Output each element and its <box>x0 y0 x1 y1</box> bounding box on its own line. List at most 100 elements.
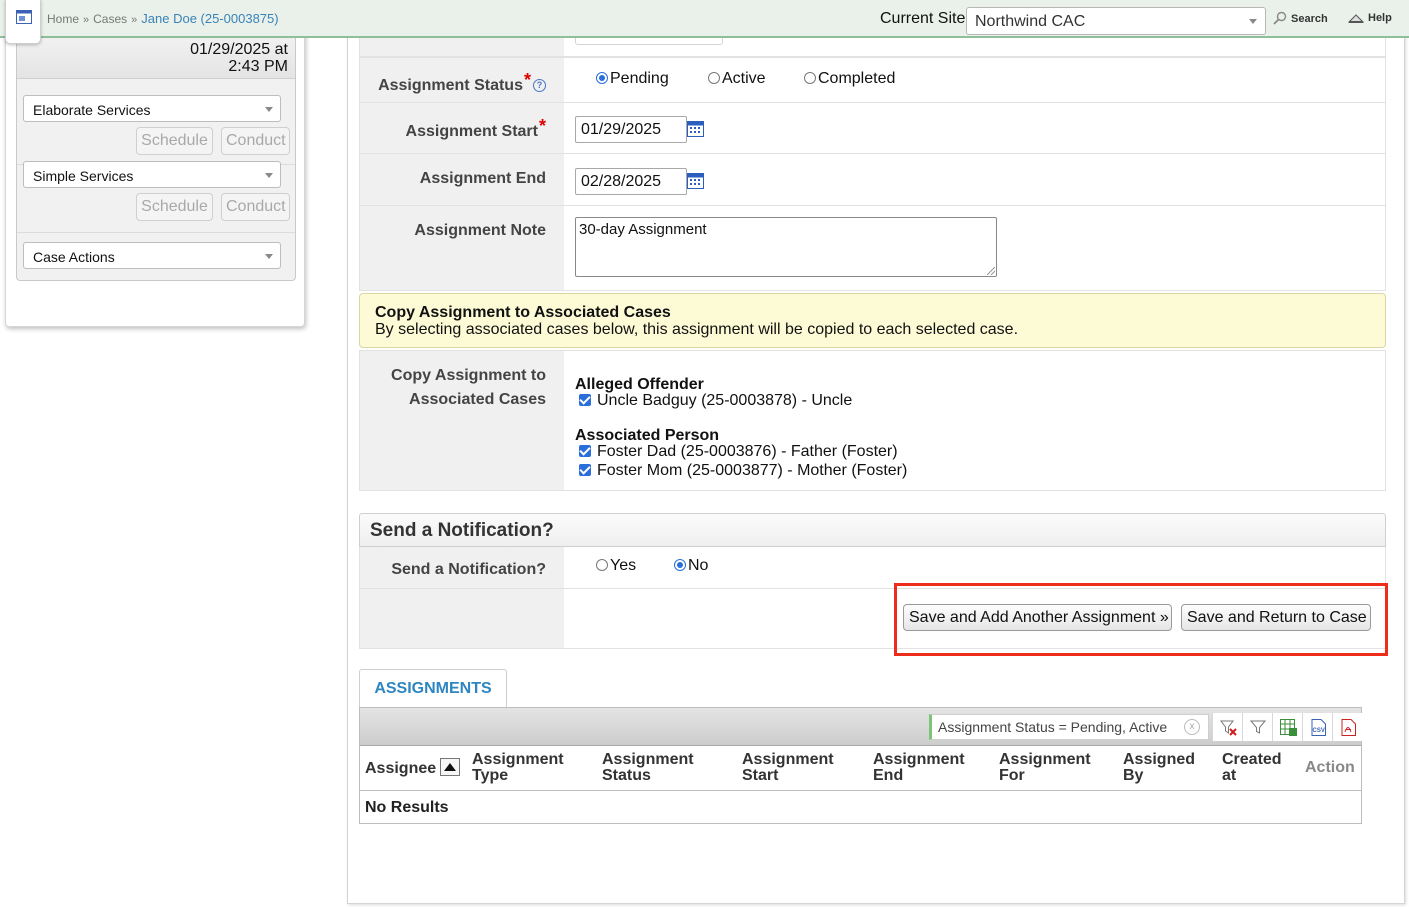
elaborate-conduct-button[interactable]: Conduct <box>221 127 290 155</box>
associated-case-checkbox[interactable]: Uncle Badguy (25-0003878) - Uncle <box>579 392 852 410</box>
sort-ascending-icon[interactable] <box>440 758 461 776</box>
assignment-note-value: 30-day Assignment <box>579 221 707 238</box>
copy-associated-label-line1: Copy Assignment to <box>391 367 546 384</box>
radio-empty-icon <box>596 559 608 571</box>
filter-button[interactable] <box>1242 713 1272 741</box>
column-header-label: Type <box>472 767 509 784</box>
copy-notice-title: Copy Assignment to Associated Cases <box>375 304 671 321</box>
clear-filter-button[interactable] <box>1212 713 1242 741</box>
column-header-label: Assignment <box>999 751 1091 768</box>
simple-services-select[interactable]: Simple Services <box>23 161 281 188</box>
radio-selected-icon <box>674 559 686 571</box>
assignment-form-panel: Assignment Status*? Pending Active Compl… <box>347 19 1405 904</box>
tab-assignments[interactable]: ASSIGNMENTS <box>359 669 507 707</box>
help-link[interactable]: Help <box>1347 11 1392 24</box>
notification-section-title: Send a Notification? <box>359 513 1386 547</box>
status-pending-radio[interactable]: Pending <box>596 70 669 88</box>
breadcrumb-current-case[interactable]: Jane Doe (25-0003875) <box>141 11 278 26</box>
help-icon[interactable]: ? <box>533 79 546 92</box>
status-active-label: Active <box>722 70 766 87</box>
column-header-label: Assignment <box>472 751 564 768</box>
status-active-radio[interactable]: Active <box>708 70 766 88</box>
checkbox-checked-icon <box>579 464 591 476</box>
simple-conduct-button[interactable]: Conduct <box>221 193 290 221</box>
simple-schedule-button[interactable]: Schedule <box>136 193 213 221</box>
case-actions-select[interactable]: Case Actions <box>23 242 281 269</box>
grid-empty-message: No Results <box>365 799 449 816</box>
help-book-icon <box>1347 14 1365 23</box>
save-add-another-button[interactable]: Save and Add Another Assignment » <box>903 604 1172 631</box>
send-notification-label-text: Send a Notification? <box>391 561 546 578</box>
chevron-down-icon <box>265 107 273 112</box>
send-notification-row: Send a Notification? Yes No <box>359 547 1386 589</box>
elaborate-services-select[interactable]: Elaborate Services <box>23 95 281 122</box>
notification-yes-radio[interactable]: Yes <box>596 557 636 575</box>
save-return-button[interactable]: Save and Return to Case <box>1181 604 1371 631</box>
column-header-created-at[interactable]: Created at <box>1222 752 1282 784</box>
chevron-down-icon <box>265 254 273 259</box>
case-time: 2:43 PM <box>228 58 288 75</box>
radio-empty-icon <box>708 72 720 84</box>
simple-services-value: Simple Services <box>33 168 134 184</box>
excel-export-button[interactable] <box>1272 713 1302 741</box>
status-filter-text: Assignment Status = Pending, Active <box>938 719 1168 735</box>
chevron-down-icon <box>265 173 273 178</box>
associated-case-checkbox[interactable]: Foster Mom (25-0003877) - Mother (Foster… <box>579 462 907 480</box>
column-header-label: at <box>1222 767 1237 784</box>
assignment-start-input[interactable]: 01/29/2025 <box>575 116 687 143</box>
notification-no-radio[interactable]: No <box>674 557 708 575</box>
column-header-label: Action <box>1305 759 1355 776</box>
column-header-label: Assigned <box>1123 751 1196 768</box>
form-label-cell <box>360 589 564 648</box>
associated-case-label: Foster Dad (25-0003876) - Father (Foster… <box>597 443 898 460</box>
excel-export-icon <box>1280 719 1297 736</box>
assignment-note-label: Assignment Note <box>360 206 564 290</box>
column-header-assignment-start[interactable]: Assignment Start <box>742 752 834 784</box>
copy-associated-label: Copy Assignment to Associated Cases <box>360 351 564 490</box>
column-header-label: For <box>999 767 1025 784</box>
associated-case-checkbox[interactable]: Foster Dad (25-0003876) - Father (Foster… <box>579 443 898 461</box>
column-header-label: Assignment <box>602 751 694 768</box>
column-header-assignee[interactable]: Assignee <box>365 758 461 777</box>
assignment-end-row: Assignment End 02/28/2025 <box>359 154 1386 206</box>
radio-selected-icon <box>596 72 608 84</box>
top-bar: Home» Cases» Jane Doe (25-0003875) Current… <box>0 0 1409 44</box>
column-header-assignment-end[interactable]: Assignment End <box>873 752 965 784</box>
status-completed-radio[interactable]: Completed <box>804 70 895 88</box>
assignment-note-textarea[interactable]: 30-day Assignment <box>575 217 997 277</box>
column-header-assignment-type[interactable]: Assignment Type <box>472 752 564 784</box>
column-header-label: Status <box>602 767 651 784</box>
notification-yes-label: Yes <box>610 557 637 574</box>
notification-no-label: No <box>688 557 709 574</box>
app-menu-button[interactable] <box>5 0 41 44</box>
breadcrumb-cases[interactable]: Cases <box>93 12 127 26</box>
breadcrumb-home[interactable]: Home <box>47 12 79 26</box>
radio-empty-icon <box>804 72 816 84</box>
breadcrumb: Home» Cases» Jane Doe (25-0003875) <box>47 11 279 26</box>
copy-notice-description: By selecting associated cases below, thi… <box>375 321 1019 338</box>
assignment-note-label-text: Assignment Note <box>414 222 546 239</box>
column-header-action: Action <box>1305 760 1355 776</box>
calendar-icon[interactable] <box>687 172 704 189</box>
current-site-value: Northwind CAC <box>975 13 1086 30</box>
column-header-assigned-by[interactable]: Assigned By <box>1123 752 1195 784</box>
status-completed-label: Completed <box>818 70 896 87</box>
current-site-select[interactable]: Northwind CAC <box>966 7 1266 35</box>
remove-filter-icon[interactable]: x <box>1184 719 1200 735</box>
column-header-assignment-status[interactable]: Assignment Status <box>602 752 694 784</box>
assignment-status-label: Assignment Status*? <box>360 58 564 102</box>
pdf-export-icon <box>1341 719 1356 736</box>
assignment-end-input[interactable]: 02/28/2025 <box>575 168 687 195</box>
calendar-icon[interactable] <box>687 120 704 137</box>
elaborate-schedule-button[interactable]: Schedule <box>136 127 213 155</box>
divider <box>17 232 295 233</box>
resize-grip-icon[interactable] <box>987 267 995 275</box>
status-filter-chip[interactable]: Assignment Status = Pending, Active x <box>929 714 1209 740</box>
form-buttons-row: Save and Add Another Assignment » Save a… <box>359 589 1386 649</box>
pdf-export-button[interactable] <box>1332 713 1362 741</box>
column-header-assignment-for[interactable]: Assignment For <box>999 752 1091 784</box>
search-link[interactable]: Search <box>1273 11 1328 25</box>
column-header-label: By <box>1123 767 1144 784</box>
csv-export-button[interactable]: CSV <box>1302 713 1332 741</box>
case-date: 01/29/2025 at <box>190 41 288 58</box>
